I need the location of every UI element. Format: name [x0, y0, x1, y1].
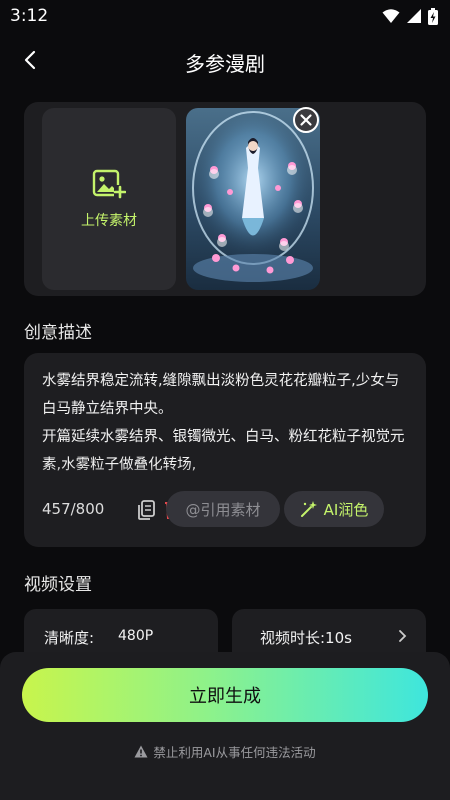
status-time: 3:12 — [10, 6, 49, 26]
page-title: 多参漫剧 — [185, 52, 265, 76]
ai-polish-button[interactable]: AI润色 — [284, 491, 384, 527]
status-icons — [382, 7, 438, 25]
upload-label: 上传素材 — [81, 213, 137, 229]
image-add-icon — [92, 169, 126, 199]
generate-now-label: 立即生成 — [189, 686, 261, 707]
description-section-title: 创意描述 — [24, 323, 92, 343]
remove-image-close-icon[interactable] — [292, 106, 320, 134]
upload-material-button[interactable]: 上传素材 — [42, 108, 176, 290]
uploaded-image-thumbnail[interactable] — [186, 108, 320, 290]
reference-material-button[interactable]: @引用素材 — [166, 491, 280, 527]
resolution-label: 清晰度: — [44, 629, 95, 647]
header: 多参漫剧 — [0, 38, 450, 84]
signal-icon — [407, 9, 421, 23]
warning-icon — [134, 745, 148, 758]
reference-material-label: @引用素材 — [185, 500, 261, 519]
upload-card: 上传素材 — [24, 102, 426, 296]
status-bar: 3:12 — [0, 0, 450, 32]
video-settings-section-title: 视频设置 — [24, 575, 92, 595]
ai-polish-label: AI润色 — [323, 500, 369, 519]
character-counter: 457/800 — [42, 500, 105, 518]
description-fade — [24, 465, 426, 487]
wifi-icon — [382, 9, 400, 23]
battery-icon — [428, 7, 438, 25]
generate-now-button[interactable]: 立即生成 — [22, 668, 428, 722]
description-card: 水雾结界稳定流转,缝隙飘出淡粉色灵花花瓣粒子,少女与白马静立结界中央。 开篇延续… — [24, 353, 426, 547]
disclaimer-text: 禁止利用AI从事任何违法活动 — [153, 745, 316, 760]
duration-label: 视频时长:10s — [260, 629, 352, 647]
resolution-value: 480P — [118, 628, 154, 644]
disclaimer: 禁止利用AI从事任何违法活动 — [0, 742, 450, 761]
fantasy-character-image — [186, 108, 320, 290]
bottom-panel: 立即生成 禁止利用AI从事任何违法活动 — [0, 652, 450, 800]
magic-wand-icon — [300, 501, 317, 517]
chevron-right-icon — [399, 630, 407, 642]
copy-icon[interactable] — [136, 499, 156, 521]
